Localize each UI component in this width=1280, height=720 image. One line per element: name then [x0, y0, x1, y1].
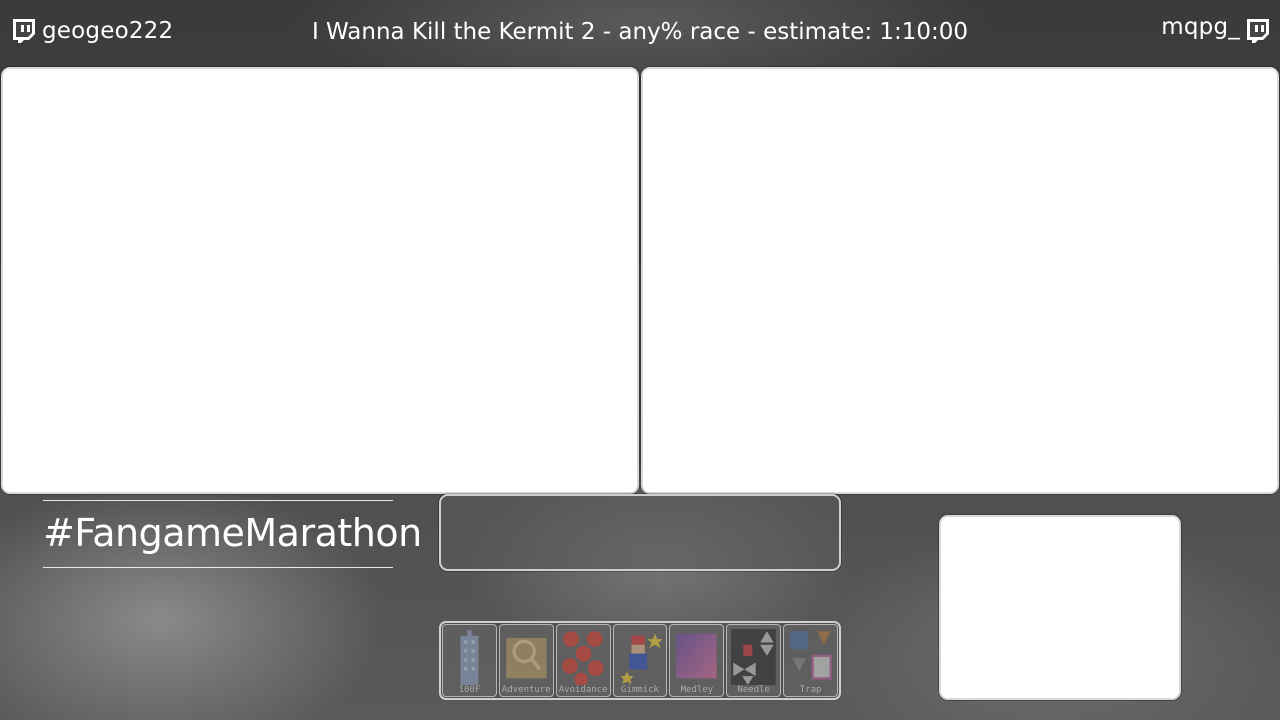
category-label: Needle [737, 685, 770, 695]
run-title: I Wanna Kill the Kermit 2 - any% race - … [311, 19, 969, 45]
category-trap: Trap [783, 624, 839, 697]
category-label: Trap [799, 685, 822, 695]
top-bar: geogeo222 I Wanna Kill the Kermit 2 - an… [0, 0, 1280, 64]
hashtag-text: #FangameMarathon [43, 511, 422, 555]
gradient-square-icon [676, 633, 718, 679]
category-strip: 100F Adventure Avoidance Gimmick Medley [439, 621, 841, 700]
mario-star-icon [619, 633, 663, 684]
trap-icon [790, 631, 832, 680]
category-label: Adventure [501, 685, 551, 695]
info-box [439, 494, 841, 571]
game-feed-left [1, 67, 639, 494]
cherries-icon [561, 631, 604, 686]
category-label: Medley [680, 685, 714, 695]
category-needle: Needle [726, 624, 782, 697]
right-runner-name: mqpg_ [1161, 14, 1240, 40]
game-feed-right [641, 67, 1279, 494]
category-avoidance: Avoidance [555, 624, 611, 697]
category-medley: Medley [669, 624, 725, 697]
category-100f: 100F [442, 624, 497, 697]
spikes-icon [731, 629, 777, 686]
map-icon [506, 637, 547, 679]
category-label: Avoidance [558, 685, 608, 695]
category-gimmick: Gimmick [612, 624, 668, 697]
category-label: Gimmick [621, 685, 659, 695]
webcam-box [939, 515, 1181, 700]
category-adventure: Adventure [498, 624, 554, 697]
building-icon [460, 630, 479, 686]
hashtag-banner: #FangameMarathon [43, 500, 422, 568]
category-label: 100F [458, 685, 481, 695]
right-runner: mqpg_ [1161, 14, 1272, 48]
twitch-icon [1247, 19, 1269, 43]
